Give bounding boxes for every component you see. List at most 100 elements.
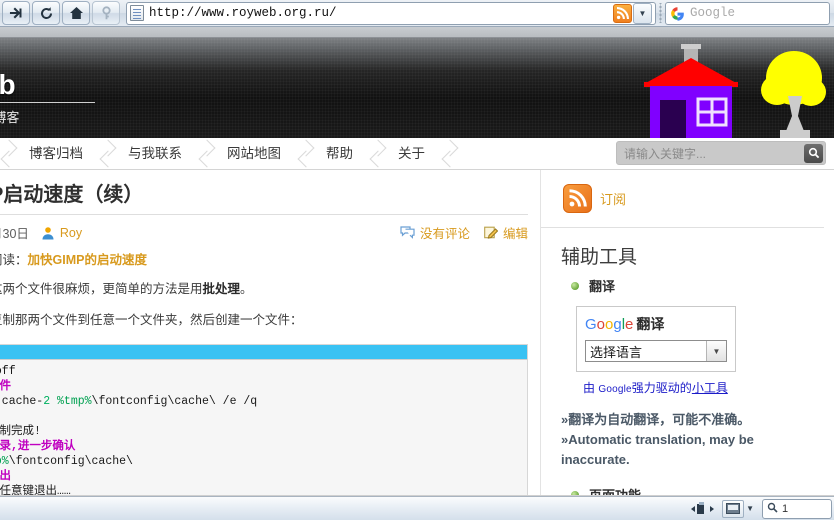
translation-disclaimer: »翻译为自动翻译，可能不准确。 »Automatic translation, … (561, 410, 811, 470)
nav-item-contact[interactable]: 与我联系 (112, 138, 198, 170)
browser-search-box[interactable]: Google (665, 1, 830, 25)
recommend-prefix: 阅读： (0, 253, 28, 267)
code-token: \fontconfig\cache\ /e /q (91, 394, 258, 408)
code-line: mp%\fontconfig\cache\ (0, 454, 527, 469)
site-search-input[interactable]: 请输入关键字... (624, 145, 804, 162)
code-token: 复制完成! (0, 424, 41, 438)
disclaimer-line-2: »Automatic translation, may be (561, 432, 754, 448)
language-select-value: 选择语言 (590, 344, 643, 360)
paragraph-1-bold: 批处理 (202, 282, 241, 296)
chevron-down-icon[interactable]: ▼ (706, 341, 726, 361)
site-tagline: rdPress 博客 (0, 102, 95, 126)
google-translate-credit: 由 Google强力驱动的小工具 (583, 379, 834, 396)
credit-middle: 强力驱动的 (631, 381, 692, 395)
post-title: P启动速度（续） (0, 178, 528, 215)
reload-icon[interactable] (32, 1, 60, 25)
search-icon[interactable] (804, 143, 823, 163)
bullet-icon (571, 281, 579, 290)
sidebar-item-translate: 翻译 (541, 273, 834, 298)
paragraph-1-c: 。 (240, 282, 253, 296)
paragraph-2: 复制那两个文件到任意一个文件夹，然后创建一个文件： (0, 312, 303, 327)
nav-separator-icon (198, 138, 211, 170)
nav-separator-icon (0, 138, 13, 170)
site-search-box[interactable]: 请输入关键字... (616, 141, 826, 165)
code-token: 退出 (0, 469, 11, 483)
rss-subscribe-label[interactable]: 订阅 (600, 189, 626, 208)
post-recommended-reading: 阅读：加快GIMP的启动速度 (0, 249, 528, 268)
comments-label: 没有评论 (419, 227, 470, 241)
post-meta: 月30日 Roy 没有评论 编辑 (0, 223, 528, 242)
code-token: \fontconfig\cache\ (8, 454, 133, 468)
security-zone-icon[interactable] (722, 499, 745, 518)
resize-grip-icon[interactable] (690, 499, 716, 519)
code-line: : (0, 409, 527, 424)
recommend-link[interactable]: 加快GIMP的启动速度 (28, 253, 147, 267)
url-text[interactable]: http://www.royweb.org.ru/ (149, 6, 613, 20)
language-select[interactable]: 选择语言 ▼ (585, 340, 727, 362)
paragraph-1: 这两个文件很麻烦，更简单的方法是用批处理。 (0, 280, 528, 299)
post-author[interactable]: Roy (60, 226, 82, 240)
comment-bubble-icon (400, 226, 415, 239)
chevron-down-icon[interactable]: ▼ (746, 504, 754, 513)
forward-arrow-icon[interactable] (2, 1, 30, 25)
nav-item-blog-archive[interactable]: 博客归档 (13, 138, 99, 170)
code-token: mp% (0, 454, 9, 468)
google-translate-brand: Google 翻译 (585, 314, 727, 334)
code-token: *.cache- (0, 394, 44, 408)
site-title: Web (0, 69, 17, 100)
paragraph-1-a: 这两个文件很麻烦，更简单的方法是用 (0, 282, 203, 296)
code-block-titlebar (0, 344, 527, 360)
rss-feed-icon[interactable] (613, 3, 632, 23)
user-avatar-icon (41, 226, 55, 240)
browser-search-placeholder[interactable]: Google (690, 6, 735, 20)
sidebar-page-tools: 页面功能 关闭本页面 (541, 482, 834, 496)
edit-label: 编辑 (502, 227, 528, 241)
google-letter-e: e (625, 316, 634, 333)
credit-gadget-link[interactable]: 小工具 (692, 381, 728, 395)
google-translate-zh-label: 翻译 (636, 316, 665, 332)
nav-separator-icon (369, 138, 382, 170)
key-icon[interactable] (92, 1, 120, 25)
comments-link[interactable]: 没有评论 (400, 223, 470, 242)
code-line: off (0, 364, 527, 379)
article: P启动速度（续） 月30日 Roy 没有评论 编辑 (0, 170, 540, 496)
page-viewport: Web rdPress 博客 (0, 38, 834, 496)
code-token: off (0, 364, 16, 378)
edit-link[interactable]: 编辑 (484, 223, 528, 242)
code-line: *.cache-2 %tmp%\fontconfig\cache\ /e /q (0, 394, 527, 409)
code-block: off文件*.cache-2 %tmp%\fontconfig\cache\ /… (0, 343, 528, 497)
sidebar-item-translate-label: 翻译 (589, 279, 616, 294)
home-icon[interactable] (62, 1, 90, 25)
rss-subscribe-row[interactable]: 订阅 (541, 170, 834, 227)
nav-separator-icon (99, 138, 112, 170)
main-column: P启动速度（续） 月30日 Roy 没有评论 编辑 (0, 170, 540, 496)
code-block-body[interactable]: off文件*.cache-2 %tmp%\fontconfig\cache\ /… (0, 360, 527, 497)
credit-brand: Google (598, 384, 632, 395)
nav-item-help[interactable]: 帮助 (310, 138, 369, 170)
pencil-edit-icon (484, 226, 498, 239)
url-bar[interactable]: http://www.royweb.org.ru/ ▼ (126, 1, 656, 25)
disclaimer-line-1: »翻译为自动翻译，可能不准确。 (561, 412, 751, 427)
nav-separator-icon (441, 138, 454, 170)
code-line: 退出 (0, 469, 527, 484)
search-icon (767, 502, 778, 516)
rss-feed-icon[interactable] (563, 184, 592, 213)
find-field[interactable]: 1 (762, 498, 832, 519)
site-header-banner: Web rdPress 博客 (0, 38, 834, 138)
rss-dropdown-chevron-down-icon[interactable]: ▼ (633, 2, 652, 24)
code-line: 复制完成! (0, 424, 527, 439)
nav-item-about[interactable]: 关于 (382, 138, 441, 170)
toolbar-resize-grip[interactable] (657, 3, 664, 23)
google-logo-icon (671, 6, 684, 21)
code-line: 文件 (0, 379, 527, 394)
status-bar: ▼ 1 (0, 496, 834, 520)
find-value[interactable]: 1 (782, 503, 788, 515)
nav-item-sitemap[interactable]: 网站地图 (211, 138, 297, 170)
google-translate-widget: Google 翻译 选择语言 ▼ (576, 306, 736, 372)
code-token: 目录,进一步确认 (0, 439, 76, 453)
google-letter-g2: g (613, 316, 622, 333)
code-line: 目录,进一步确认 (0, 439, 527, 454)
sidebar: 订阅 辅助工具 翻译 Google 翻译 选择语言 ▼ 由 Google强力驱动的… (540, 170, 834, 496)
google-letter-g: G (585, 316, 597, 333)
